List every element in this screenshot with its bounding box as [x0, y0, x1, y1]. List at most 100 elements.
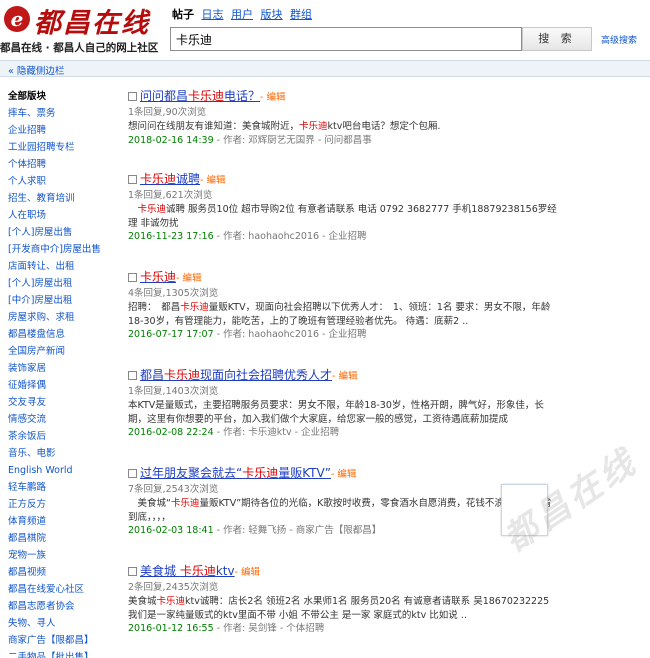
result-checkbox[interactable] — [128, 175, 137, 184]
result-footer: 2016-11-23 17:16 - 作者: haohaohc2016 - 企业… — [128, 230, 558, 244]
edit-link[interactable]: - 编辑 — [235, 567, 260, 578]
sidebar-item[interactable]: 茶余饭后 — [8, 428, 118, 445]
result-title: 问问都昌卡乐迪电话？- 编辑 — [128, 89, 558, 104]
title-keyword-highlight: 卡乐迪 — [179, 564, 216, 578]
result-checkbox[interactable] — [128, 273, 137, 282]
nav-forums[interactable]: 版块 — [261, 8, 283, 21]
result-author-forum[interactable]: - 作者: haohaohc2016 - 企业招聘 — [214, 329, 367, 340]
snippet-text — [128, 204, 138, 215]
sidebar-item[interactable]: 装饰家居 — [8, 360, 118, 377]
nav-groups[interactable]: 群组 — [290, 8, 312, 21]
sidebar-item[interactable]: 都昌视频 — [8, 564, 118, 581]
result-title-link[interactable]: 卡乐迪诚聘 — [140, 172, 200, 186]
sidebar-item[interactable]: [开发商中介]房屋出售 — [8, 241, 118, 258]
sidebar-item[interactable]: 音乐、电影 — [8, 445, 118, 462]
sidebar-item[interactable]: 全国房产新闻 — [8, 343, 118, 360]
sidebar-item[interactable]: 正方反方 — [8, 496, 118, 513]
sidebar-item[interactable]: [个人]房屋出租 — [8, 275, 118, 292]
result-stats: 4条回复,1305次浏览 — [128, 288, 219, 299]
result-author-forum[interactable]: - 作者: 吴剑锋 - 个体招聘 — [214, 623, 325, 634]
edit-link[interactable]: - 编辑 — [200, 175, 225, 186]
result-title-link[interactable]: 美食城 卡乐迪ktv — [140, 564, 235, 578]
result-title: 过年朋友聚会就去“卡乐迪量贩KTV”- 编辑 — [128, 466, 558, 481]
sidebar-item[interactable]: 企业招聘 — [8, 122, 118, 139]
snippet-keyword-highlight: 卡乐迪 — [156, 596, 186, 607]
title-text: 美食城 — [140, 564, 180, 578]
sidebar-item[interactable]: 宠物一族 — [8, 547, 118, 564]
title-keyword-highlight: 卡乐迪 — [140, 172, 177, 186]
result-checkbox[interactable] — [128, 92, 137, 101]
result-author-forum[interactable]: - 作者: 轻舞飞扬 - 商家广告【限都昌】 — [214, 525, 382, 536]
sidebar-item[interactable]: 商家广告【限都昌】 — [8, 632, 118, 649]
result-author-forum[interactable]: - 作者: 卡乐迪ktv - 企业招聘 — [214, 427, 340, 438]
result-checkbox[interactable] — [128, 371, 137, 380]
sidebar-item[interactable]: 工业园招聘专栏 — [8, 139, 118, 156]
result-title-link[interactable]: 过年朋友聚会就去“卡乐迪量贩KTV” — [140, 466, 331, 480]
result-snippet: 招聘： 都昌卡乐迪量贩KTV，现面向社会招聘以下优秀人才： 1、领班：1名 要求… — [128, 301, 558, 328]
sidebar-item-all[interactable]: 全部版块 — [8, 88, 118, 105]
sidebar-item[interactable]: 都昌棋院 — [8, 530, 118, 547]
result-snippet: 想问问在线朋友有谁知道：美食城附近，卡乐迪ktv吧台电话？想定个包厢. — [128, 120, 558, 134]
result-item: 问问都昌卡乐迪电话？- 编辑 1条回复,90次浏览 想问问在线朋友有谁知道：美食城附… — [128, 89, 558, 148]
result-stats: 1条回复,1403次浏览 — [128, 386, 219, 397]
sidebar-item[interactable]: 体育频道 — [8, 513, 118, 530]
snippet-keyword-highlight: 卡乐迪 — [180, 302, 209, 313]
sidebar-item[interactable]: 店面转让、出租 — [8, 258, 118, 275]
edit-link[interactable]: - 编辑 — [332, 371, 357, 382]
result-title-link[interactable]: 卡乐迪 — [140, 270, 176, 284]
advanced-search-link[interactable]: 高级搜索 — [601, 33, 637, 46]
site-logo[interactable]: 都昌在线 — [34, 1, 150, 40]
result-footer: 2016-02-03 18:41 - 作者: 轻舞飞扬 - 商家广告【限都昌】 — [128, 524, 558, 538]
title-text: 过年朋友聚会就去“ — [140, 466, 243, 480]
toggle-bar: « 隐藏侧边栏 — [0, 60, 650, 77]
result-title-link[interactable]: 问问都昌卡乐迪电话？ — [140, 89, 260, 103]
result-footer: 2016-01-12 16:55 - 作者: 吴剑锋 - 个体招聘 — [128, 622, 558, 636]
sidebar-item[interactable]: 征婚择偶 — [8, 377, 118, 394]
sidebar-item[interactable]: 人在职场 — [8, 207, 118, 224]
sidebar-item[interactable]: 失物、寻人 — [8, 615, 118, 632]
sidebar-item[interactable]: English World — [8, 462, 118, 479]
result-checkbox[interactable] — [128, 567, 137, 576]
sidebar-item[interactable]: 都昌志愿者协会 — [8, 598, 118, 615]
result-author-forum[interactable]: - 作者: haohaohc2016 - 企业招聘 — [214, 231, 367, 242]
result-item: 都昌卡乐迪现面向社会招聘优秀人才- 编辑 1条回复,1403次浏览 本KTV是量贩式… — [128, 368, 558, 440]
title-text: 都昌 — [140, 368, 165, 382]
sidebar-item[interactable]: 个体招聘 — [8, 156, 118, 173]
title-text: 电话？ — [224, 89, 261, 103]
svg-text:e: e — [11, 7, 24, 31]
title-keyword-highlight: 卡乐迪 — [242, 466, 279, 480]
result-timestamp: 2016-11-23 17:16 — [128, 231, 214, 242]
sidebar-item[interactable]: 轻车鹏路 — [8, 479, 118, 496]
sidebar-item[interactable]: 二手物品【批出售】 — [8, 649, 118, 658]
title-text: ktv — [215, 564, 235, 578]
result-checkbox[interactable] — [128, 469, 137, 478]
sidebar-item[interactable]: 招生、教育培训 — [8, 190, 118, 207]
title-keyword-highlight: 卡乐迪 — [140, 270, 177, 284]
sidebar-item[interactable]: [中介]房屋出租 — [8, 292, 118, 309]
sidebar-item[interactable]: 个人求职 — [8, 173, 118, 190]
result-stats: 2条回复,2435次浏览 — [128, 582, 219, 593]
sidebar-item[interactable]: 交友寻友 — [8, 394, 118, 411]
edit-link[interactable]: - 编辑 — [331, 469, 356, 480]
nav-posts[interactable]: 帖子 — [172, 8, 194, 21]
edit-link[interactable]: - 编辑 — [260, 92, 285, 103]
sidebar-item[interactable]: 房屋求购、求租 — [8, 309, 118, 326]
sidebar-item[interactable]: 情感交流 — [8, 411, 118, 428]
result-author-forum[interactable]: - 作者: 邓辉厨艺无国界 - 问问都昌事 — [214, 135, 372, 146]
header: e 都昌在线 都昌在线 · 都昌人自己的网上社区 帖子 日志 用户 版块 群组 … — [0, 0, 650, 60]
sidebar-item[interactable]: 都昌在线爱心社区 — [8, 581, 118, 598]
title-keyword-highlight: 卡乐迪 — [188, 89, 225, 103]
search-input[interactable] — [170, 27, 522, 51]
sidebar-item[interactable]: 摔车、票务 — [8, 105, 118, 122]
nav-blogs[interactable]: 日志 — [202, 8, 224, 21]
nav-users[interactable]: 用户 — [231, 8, 253, 21]
edit-link[interactable]: - 编辑 — [176, 273, 201, 284]
snippet-keyword-highlight: 卡乐迪 — [170, 498, 200, 509]
result-title: 卡乐迪- 编辑 — [128, 270, 558, 285]
sidebar-item[interactable]: [个人]房屋出售 — [8, 224, 118, 241]
sidebar-item[interactable]: 都昌楼盘信息 — [8, 326, 118, 343]
search-button[interactable]: 搜 索 — [522, 27, 592, 51]
hide-sidebar-link[interactable]: « 隐藏侧边栏 — [8, 63, 64, 77]
snippet-text: 诚聘 服务员10位 超市导购2位 有意者请联系 电话 0792 3682777 … — [128, 204, 557, 229]
result-title-link[interactable]: 都昌卡乐迪现面向社会招聘优秀人才 — [140, 368, 332, 382]
